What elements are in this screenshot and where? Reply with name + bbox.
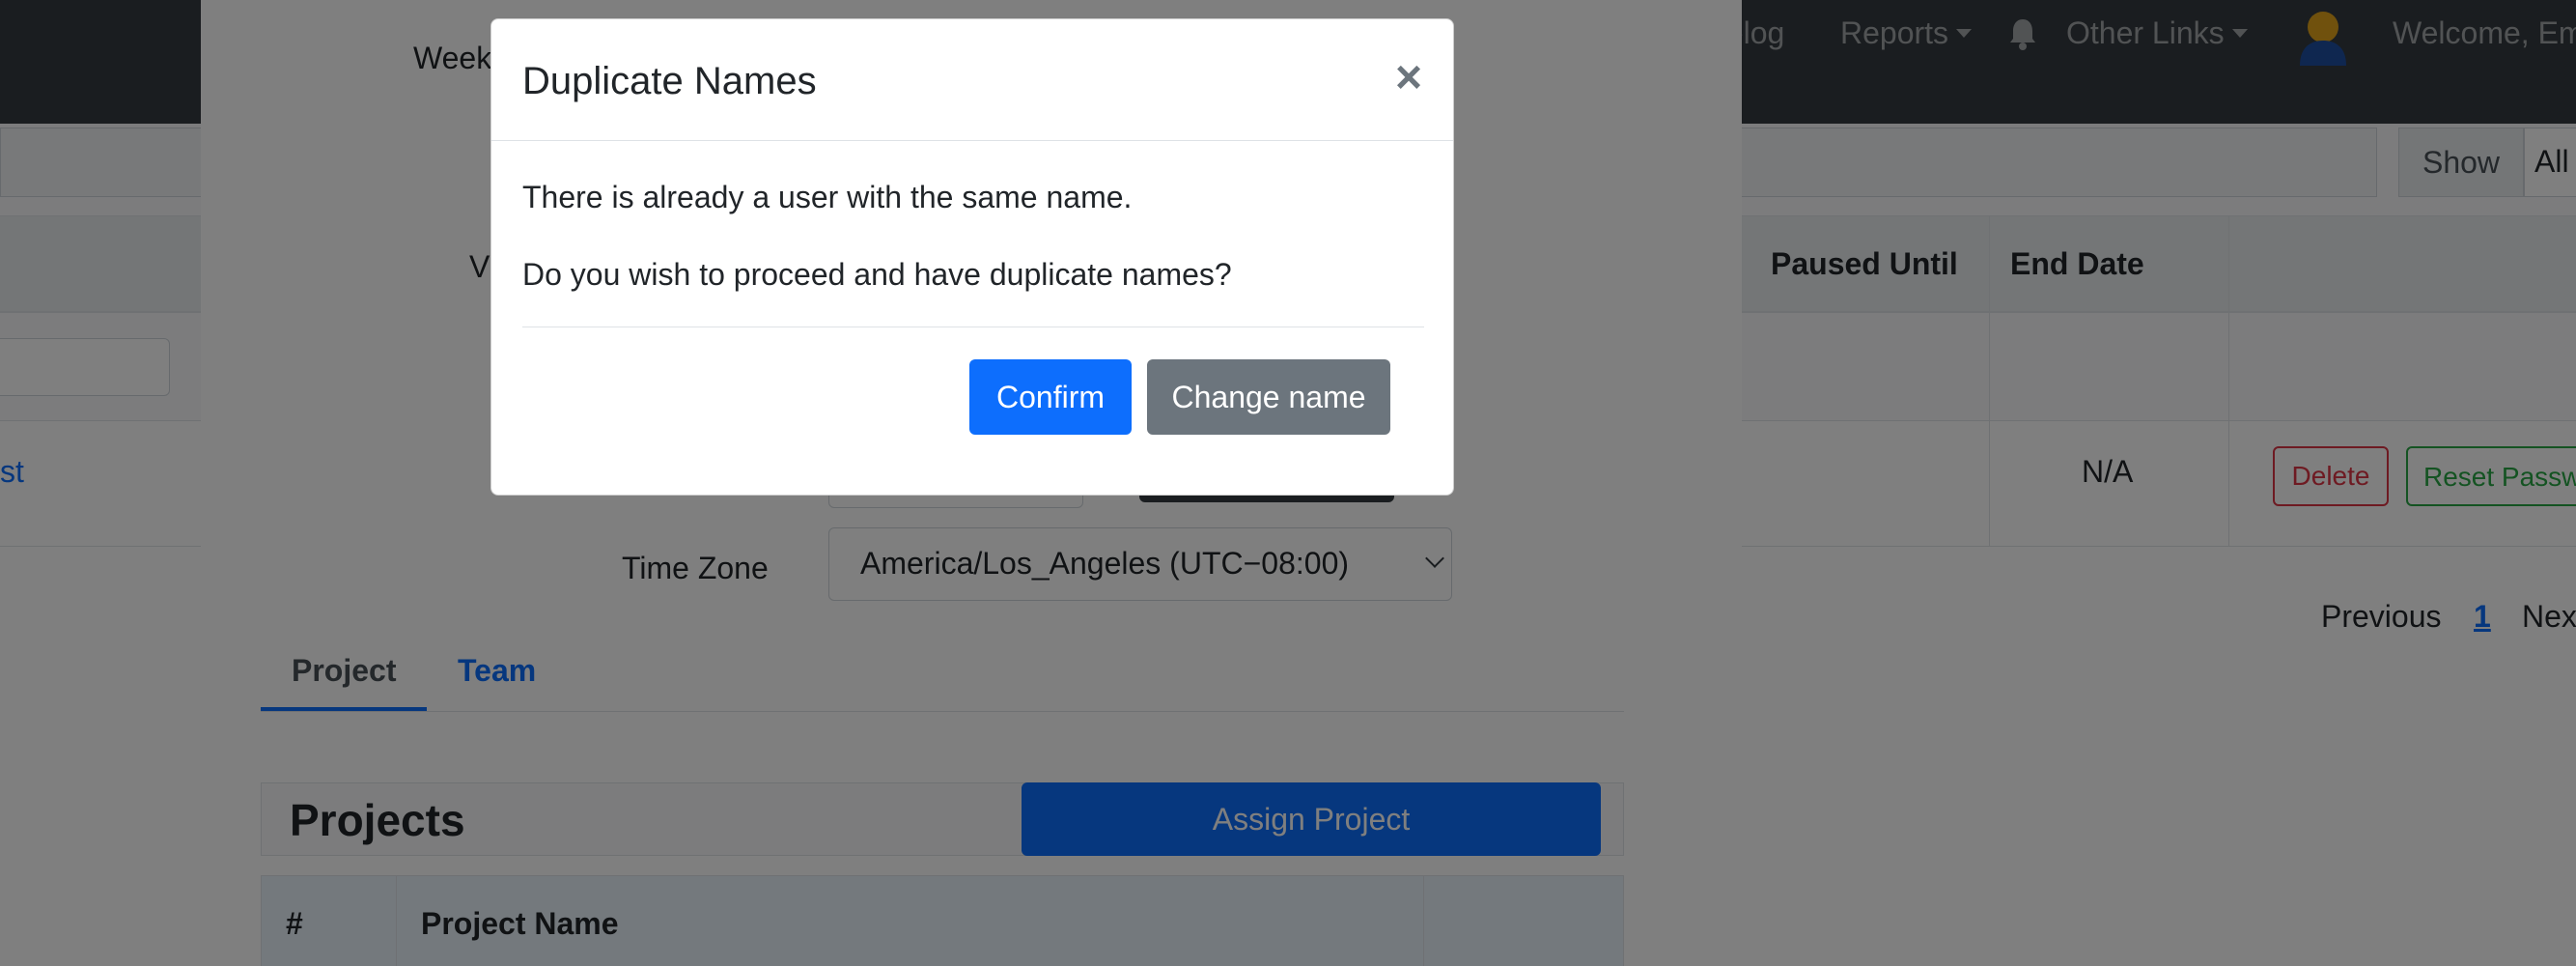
dialog-header: Duplicate Names × — [491, 19, 1453, 141]
dialog-question: Do you wish to proceed and have duplicat… — [522, 257, 1232, 292]
close-icon[interactable]: × — [1389, 55, 1428, 101]
confirm-button[interactable]: Confirm — [969, 359, 1132, 435]
dialog-message: There is already a user with the same na… — [522, 180, 1133, 214]
duplicate-names-dialog: Duplicate Names × There is already a use… — [490, 18, 1454, 496]
dialog-title: Duplicate Names — [522, 60, 817, 102]
change-name-button[interactable]: Change name — [1147, 359, 1390, 435]
